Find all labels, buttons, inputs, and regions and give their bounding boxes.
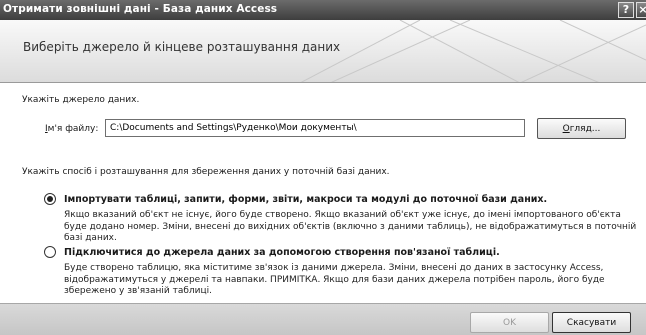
ok-button[interactable]: OK	[470, 312, 549, 333]
dialog-header: Виберіть джерело й кінцеве розташування …	[0, 20, 646, 83]
cancel-button[interactable]: Скасувати	[552, 312, 631, 333]
file-name-label: Ім'я файлу:	[45, 124, 98, 134]
browse-accel: О	[562, 123, 570, 134]
source-heading: Укажіть джерело даних.	[22, 95, 140, 105]
browse-text: гляд...	[569, 123, 601, 134]
file-name-input[interactable]	[105, 119, 525, 137]
close-button[interactable]: ×	[636, 2, 646, 18]
help-button[interactable]: ?	[618, 2, 634, 18]
title-bar: Отримати зовнішні дані - База даних Acce…	[0, 0, 646, 20]
storage-heading: Укажіть спосіб і розташування для збереж…	[22, 167, 390, 177]
dialog-footer: OK Скасувати	[0, 303, 646, 335]
file-name-label-text: м'я файлу:	[47, 124, 99, 134]
link-radio[interactable]	[44, 246, 56, 258]
window-title: Отримати зовнішні дані - База даних Acce…	[3, 3, 278, 15]
import-radio[interactable]	[44, 193, 56, 205]
import-option-description: Якщо вказаний об'єкт не існує, його буде…	[64, 210, 637, 243]
link-option-label[interactable]: Підключитися до джерела даних за допомог…	[64, 247, 500, 258]
browse-button[interactable]: Огляд...	[537, 118, 626, 139]
link-option-description: Буде створено таблицю, яка міститиме зв'…	[64, 263, 605, 296]
header-title: Виберіть джерело й кінцеве розташування …	[23, 40, 341, 54]
import-option-label[interactable]: Імпортувати таблиці, запити, форми, звіт…	[64, 194, 547, 205]
